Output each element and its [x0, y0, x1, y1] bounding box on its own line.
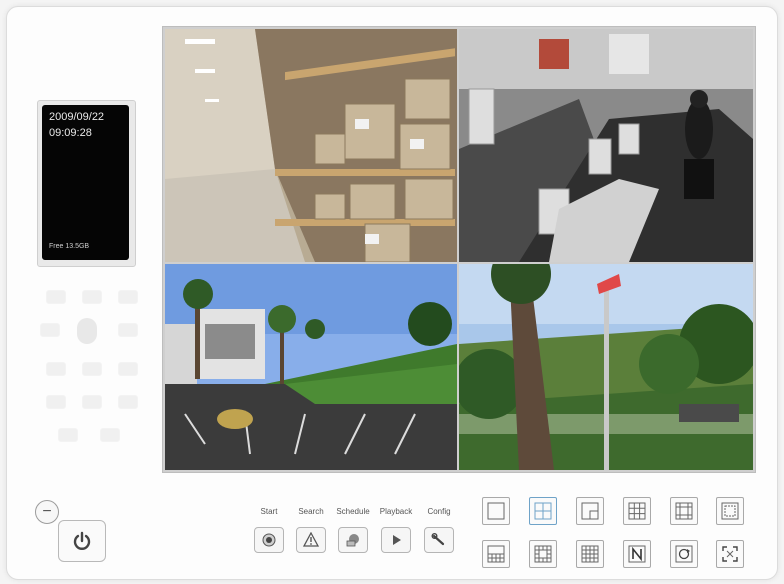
wrench-icon	[431, 533, 445, 546]
start-label: Start	[260, 507, 278, 516]
keypad-key[interactable]	[82, 290, 102, 304]
search-tool: Search	[291, 507, 331, 553]
power-button[interactable]	[58, 520, 106, 562]
nine-grid-icon	[628, 502, 646, 520]
power-icon	[73, 531, 91, 550]
keypad-key[interactable]	[46, 290, 66, 304]
minus-icon: −	[42, 503, 52, 520]
grid-13-icon	[534, 545, 552, 563]
schedule-label: Schedule	[336, 507, 370, 516]
playback-label: Playback	[379, 507, 413, 516]
free-space-readout: Free 13.5GB	[49, 243, 90, 250]
layout-six-button[interactable]	[670, 497, 698, 525]
keypad-key[interactable]	[118, 362, 138, 376]
sequence-icon	[675, 545, 693, 563]
layout-pip-button[interactable]	[576, 497, 604, 525]
camera-office[interactable]	[459, 29, 753, 262]
schedule-icon	[346, 534, 359, 547]
pip-view-icon	[581, 502, 599, 520]
start-tool: Start	[249, 507, 289, 553]
layout-sequence-button[interactable]	[670, 540, 698, 568]
single-view-icon	[487, 502, 505, 520]
time-readout: 09:09:28	[49, 127, 92, 139]
n-view-icon	[628, 545, 646, 563]
search-button[interactable]	[296, 527, 326, 553]
layout-single-button[interactable]	[482, 497, 510, 525]
camera-warehouse[interactable]	[165, 29, 457, 262]
config-label: Config	[427, 507, 451, 516]
config-tool: Config	[419, 507, 459, 553]
layout-nine-button[interactable]	[623, 497, 651, 525]
layout-n-button[interactable]	[623, 540, 651, 568]
keypad-key[interactable]	[100, 428, 120, 442]
layout-eight-button[interactable]	[716, 497, 744, 525]
layout-grid10-button[interactable]	[482, 540, 510, 568]
warning-icon	[303, 532, 319, 547]
fullscreen-icon	[722, 546, 738, 562]
minimize-button[interactable]: −	[35, 500, 59, 524]
keypad-key[interactable]	[58, 428, 78, 442]
keypad-key[interactable]	[118, 323, 138, 337]
video-grid	[162, 26, 756, 473]
playback-tool: Playback	[376, 507, 416, 553]
grid-10-icon	[487, 545, 505, 563]
date-readout: 2009/09/22	[49, 111, 105, 123]
config-button[interactable]	[424, 527, 454, 553]
playback-button[interactable]	[381, 527, 411, 553]
eight-view-icon	[721, 502, 739, 520]
keypad-key[interactable]	[82, 362, 102, 376]
keypad-key[interactable]	[40, 323, 60, 337]
search-label: Search	[298, 507, 324, 516]
layout-quad-button[interactable]	[529, 497, 557, 525]
camera-parking-lot[interactable]	[165, 264, 457, 470]
camera-outdoor-trees[interactable]	[459, 264, 753, 470]
grid-16-icon	[581, 545, 599, 563]
status-display: 2009/09/22 09:09:28 Free 13.5GB	[42, 105, 129, 260]
keypad-key[interactable]	[82, 395, 102, 409]
layout-grid16-button[interactable]	[576, 540, 604, 568]
schedule-button[interactable]	[338, 527, 368, 553]
play-icon	[393, 535, 401, 545]
record-icon	[262, 533, 276, 547]
schedule-tool: Schedule	[333, 507, 373, 553]
quad-view-icon	[534, 502, 552, 520]
layout-grid13-button[interactable]	[529, 540, 557, 568]
jog-knob[interactable]	[77, 318, 97, 344]
start-button[interactable]	[254, 527, 284, 553]
keypad-key[interactable]	[118, 395, 138, 409]
keypad-key[interactable]	[46, 362, 66, 376]
keypad-key[interactable]	[118, 290, 138, 304]
six-view-icon	[675, 502, 693, 520]
keypad-key[interactable]	[46, 395, 66, 409]
layout-fullscreen-button[interactable]	[716, 540, 744, 568]
